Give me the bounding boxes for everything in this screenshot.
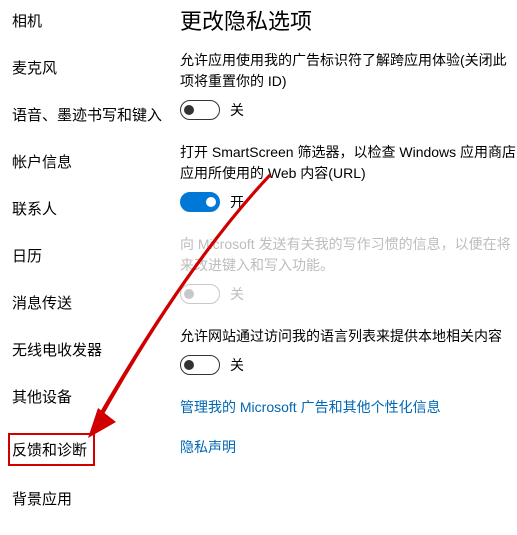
sidebar-item-messaging[interactable]: 消息传送 — [12, 292, 72, 313]
setting-text: 向 Microsoft 发送有关我的写作习惯的信息，以便在将来改进键入和写入功能… — [180, 234, 517, 276]
sidebar: 相机 麦克风 语音、墨迹书写和键入 帐户信息 联系人 日历 消息传送 无线电收发… — [0, 0, 170, 515]
toggle-writing-info — [180, 284, 220, 304]
sidebar-item-radio[interactable]: 无线电收发器 — [12, 339, 102, 360]
toggle-label: 关 — [230, 284, 244, 304]
sidebar-item-camera[interactable]: 相机 — [12, 10, 42, 31]
link-privacy-statement[interactable]: 隐私声明 — [180, 437, 517, 457]
sidebar-item-microphone[interactable]: 麦克风 — [12, 57, 57, 78]
setting-ad-id: 允许应用使用我的广告标识符了解跨应用体验(关闭此项将重置你的 ID) 关 — [180, 50, 517, 120]
toggle-label: 开 — [230, 192, 244, 212]
sidebar-item-calendar[interactable]: 日历 — [12, 245, 42, 266]
setting-text: 允许应用使用我的广告标识符了解跨应用体验(关闭此项将重置你的 ID) — [180, 50, 517, 92]
highlight-annotation: 反馈和诊断 — [8, 433, 95, 466]
sidebar-item-contacts[interactable]: 联系人 — [12, 198, 57, 219]
sidebar-item-other-devices[interactable]: 其他设备 — [12, 386, 72, 407]
setting-text: 打开 SmartScreen 筛选器，以检查 Windows 应用商店应用所使用… — [180, 142, 517, 184]
sidebar-item-background-apps[interactable]: 背景应用 — [12, 488, 72, 509]
toggle-label: 关 — [230, 355, 244, 375]
toggle-smartscreen[interactable] — [180, 192, 220, 212]
main-content: 更改隐私选项 允许应用使用我的广告标识符了解跨应用体验(关闭此项将重置你的 ID… — [170, 0, 517, 515]
link-manage-ads[interactable]: 管理我的 Microsoft 广告和其他个性化信息 — [180, 397, 517, 417]
setting-writing-info: 向 Microsoft 发送有关我的写作习惯的信息，以便在将来改进键入和写入功能… — [180, 234, 517, 304]
sidebar-item-account-info[interactable]: 帐户信息 — [12, 151, 72, 172]
toggle-label: 关 — [230, 100, 244, 120]
toggle-ad-id[interactable] — [180, 100, 220, 120]
setting-language-list: 允许网站通过访问我的语言列表来提供本地相关内容 关 — [180, 326, 517, 375]
setting-smartscreen: 打开 SmartScreen 筛选器，以检查 Windows 应用商店应用所使用… — [180, 142, 517, 212]
sidebar-item-speech-ink-typing[interactable]: 语音、墨迹书写和键入 — [12, 104, 162, 125]
toggle-language-list[interactable] — [180, 355, 220, 375]
setting-text: 允许网站通过访问我的语言列表来提供本地相关内容 — [180, 326, 517, 347]
sidebar-item-feedback-diagnostics[interactable]: 反馈和诊断 — [12, 439, 87, 460]
page-title: 更改隐私选项 — [180, 4, 517, 36]
